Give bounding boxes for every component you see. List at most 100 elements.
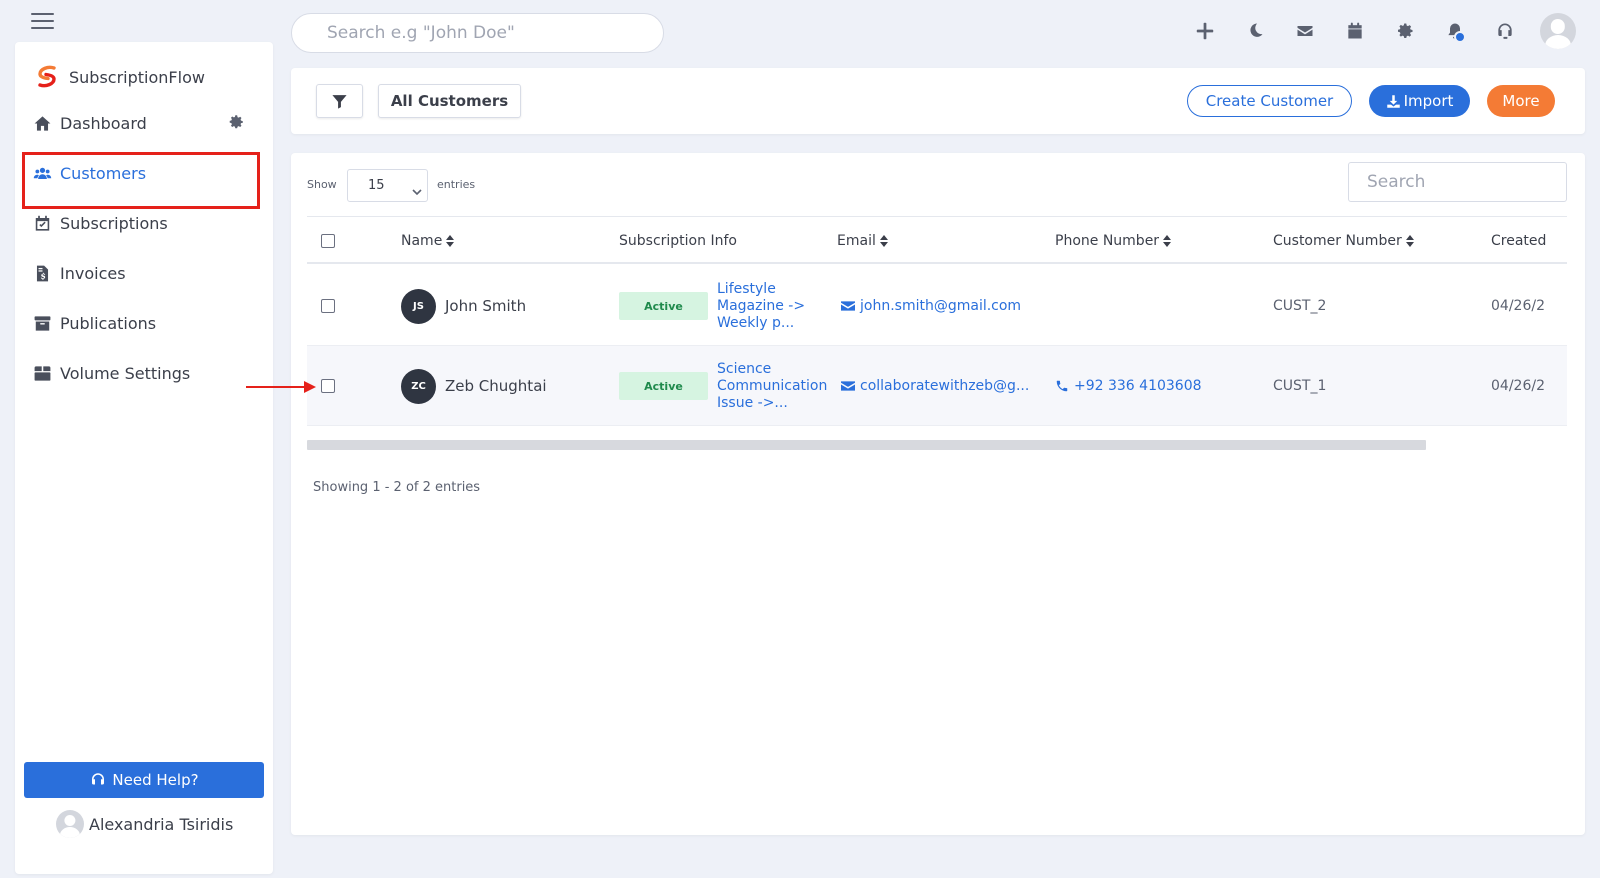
column-header-email[interactable]: Email — [837, 217, 888, 264]
invoice-icon — [32, 263, 52, 283]
name-cell: JS John Smith — [401, 266, 526, 346]
column-header-label: Customer Number — [1273, 232, 1402, 249]
sidebar-item-customers[interactable]: Customers — [15, 148, 273, 209]
email-cell: collaboratewithzeb@g... — [841, 346, 1029, 426]
calendar-icon[interactable] — [1330, 11, 1380, 51]
menu-toggle-icon[interactable] — [31, 13, 54, 29]
entries-label: entries — [437, 178, 476, 191]
sidebar-item-label: Invoices — [60, 263, 126, 283]
email-link[interactable]: john.smith@gmail.com — [841, 298, 1021, 314]
column-header-customer-number[interactable]: Customer Number — [1273, 217, 1414, 264]
bell-icon[interactable] — [1430, 11, 1480, 51]
sidebar-item-label: Subscriptions — [60, 213, 168, 233]
select-all-checkbox[interactable] — [321, 233, 335, 248]
mail-icon[interactable] — [1280, 11, 1330, 51]
customer-name-link[interactable]: Zeb Chughtai — [445, 377, 547, 395]
all-customers-button[interactable]: All Customers — [378, 84, 521, 118]
email-text: collaboratewithzeb@g... — [860, 378, 1030, 394]
sidebar: SubscriptionFlow Dashboard Customers Sub… — [15, 42, 273, 874]
sort-icon — [879, 234, 888, 247]
sidebar-item-label: Customers — [60, 163, 147, 183]
table-header: Name Subscription Info Email Phone Numbe… — [307, 217, 1567, 264]
pagination-info: Showing 1 - 2 of 2 entries — [313, 480, 481, 495]
headset-icon — [92, 773, 105, 785]
subscription-link[interactable]: Science Communication Issue ->... — [717, 361, 845, 412]
need-help-label: Need Help? — [112, 771, 199, 789]
subscription-link[interactable]: Lifestyle Magazine -> Weekly p... — [717, 281, 845, 332]
column-header-subscription-info: Subscription Info — [619, 217, 737, 264]
brand-logo-icon — [38, 65, 56, 88]
avatar: ZC — [401, 368, 436, 404]
headset-icon[interactable] — [1480, 11, 1530, 51]
created-cell: 04/26/2 — [1491, 266, 1567, 346]
filter-icon — [332, 94, 347, 109]
gear-icon[interactable] — [1380, 11, 1430, 51]
name-cell: ZC Zeb Chughtai — [401, 346, 547, 426]
sidebar-nav: Dashboard Customers Subscriptions Invoic… — [15, 98, 273, 398]
notification-dot — [1454, 31, 1466, 43]
customer-number-text: CUST_2 — [1273, 298, 1327, 314]
user-avatar-icon[interactable] — [1540, 13, 1576, 49]
import-button[interactable]: Import — [1369, 85, 1470, 117]
created-text: 04/26/2 — [1491, 378, 1545, 394]
moon-icon[interactable] — [1230, 11, 1280, 51]
more-button[interactable]: More — [1487, 85, 1555, 117]
brand[interactable]: SubscriptionFlow — [34, 64, 205, 90]
subscription-cell: Active Science Communication Issue ->... — [619, 346, 845, 426]
column-header-name[interactable]: Name — [401, 217, 455, 264]
sidebar-item-volume-settings[interactable]: Volume Settings — [15, 348, 273, 398]
sidebar-item-subscriptions[interactable]: Subscriptions — [15, 198, 273, 248]
email-cell: john.smith@gmail.com — [841, 266, 1021, 346]
row-checkbox[interactable] — [321, 299, 335, 313]
global-search-input[interactable] — [291, 13, 664, 53]
entries-per-page-select[interactable]: 15 — [347, 169, 428, 202]
column-header-created[interactable]: Created — [1491, 217, 1567, 264]
boxes-icon — [32, 363, 52, 383]
need-help-button[interactable]: Need Help? — [24, 762, 264, 798]
dashboard-settings-gear-icon[interactable] — [227, 113, 245, 131]
email-link[interactable]: collaboratewithzeb@g... — [841, 378, 1029, 394]
user-name: Alexandria Tsiridis — [89, 814, 234, 834]
calendar-check-icon — [32, 213, 52, 233]
sidebar-user[interactable]: Alexandria Tsiridis — [56, 810, 233, 838]
horizontal-scrollbar[interactable] — [307, 440, 1426, 450]
customer-name-link[interactable]: John Smith — [445, 297, 526, 315]
sort-icon — [446, 234, 455, 247]
created-cell: 04/26/2 — [1491, 346, 1567, 426]
table-row[interactable]: ZC Zeb Chughtai Active Science Communica… — [307, 346, 1567, 426]
create-customer-button[interactable]: Create Customer — [1187, 85, 1352, 117]
email-text: john.smith@gmail.com — [860, 298, 1022, 314]
select-all-cell — [321, 217, 335, 264]
status-badge: Active — [619, 372, 708, 400]
customer-number-cell: CUST_1 — [1273, 346, 1326, 426]
top-toolbar — [1180, 11, 1576, 51]
phone-link[interactable]: +92 336 4103608 — [1055, 378, 1202, 394]
row-checkbox[interactable] — [321, 379, 335, 393]
column-header-label: Created — [1491, 232, 1547, 249]
filter-button[interactable] — [316, 84, 363, 118]
row-select-cell — [321, 266, 335, 346]
download-icon — [1386, 94, 1400, 108]
created-text: 04/26/2 — [1491, 298, 1545, 314]
plus-icon[interactable] — [1180, 11, 1230, 51]
column-header-phone-number[interactable]: Phone Number — [1055, 217, 1172, 264]
envelope-icon — [841, 381, 855, 391]
table-search-input[interactable] — [1348, 162, 1567, 202]
sidebar-item-publications[interactable]: Publications — [15, 298, 273, 348]
row-select-cell — [321, 346, 335, 426]
brand-name: SubscriptionFlow — [69, 67, 205, 87]
envelope-icon — [841, 301, 855, 311]
table-row[interactable]: JS John Smith Active Lifestyle Magazine … — [307, 266, 1567, 346]
archive-icon — [32, 313, 52, 333]
import-label: Import — [1403, 92, 1454, 110]
sort-icon — [1405, 234, 1414, 247]
sidebar-item-invoices[interactable]: Invoices — [15, 248, 273, 298]
customer-number-text: CUST_1 — [1273, 378, 1327, 394]
customer-number-cell: CUST_2 — [1273, 266, 1326, 346]
sidebar-item-dashboard[interactable]: Dashboard — [15, 98, 273, 148]
avatar: JS — [401, 288, 436, 324]
sidebar-item-label: Publications — [60, 313, 157, 333]
users-icon — [32, 163, 52, 183]
subscription-cell: Active Lifestyle Magazine -> Weekly p... — [619, 266, 845, 346]
avatar — [56, 810, 84, 838]
